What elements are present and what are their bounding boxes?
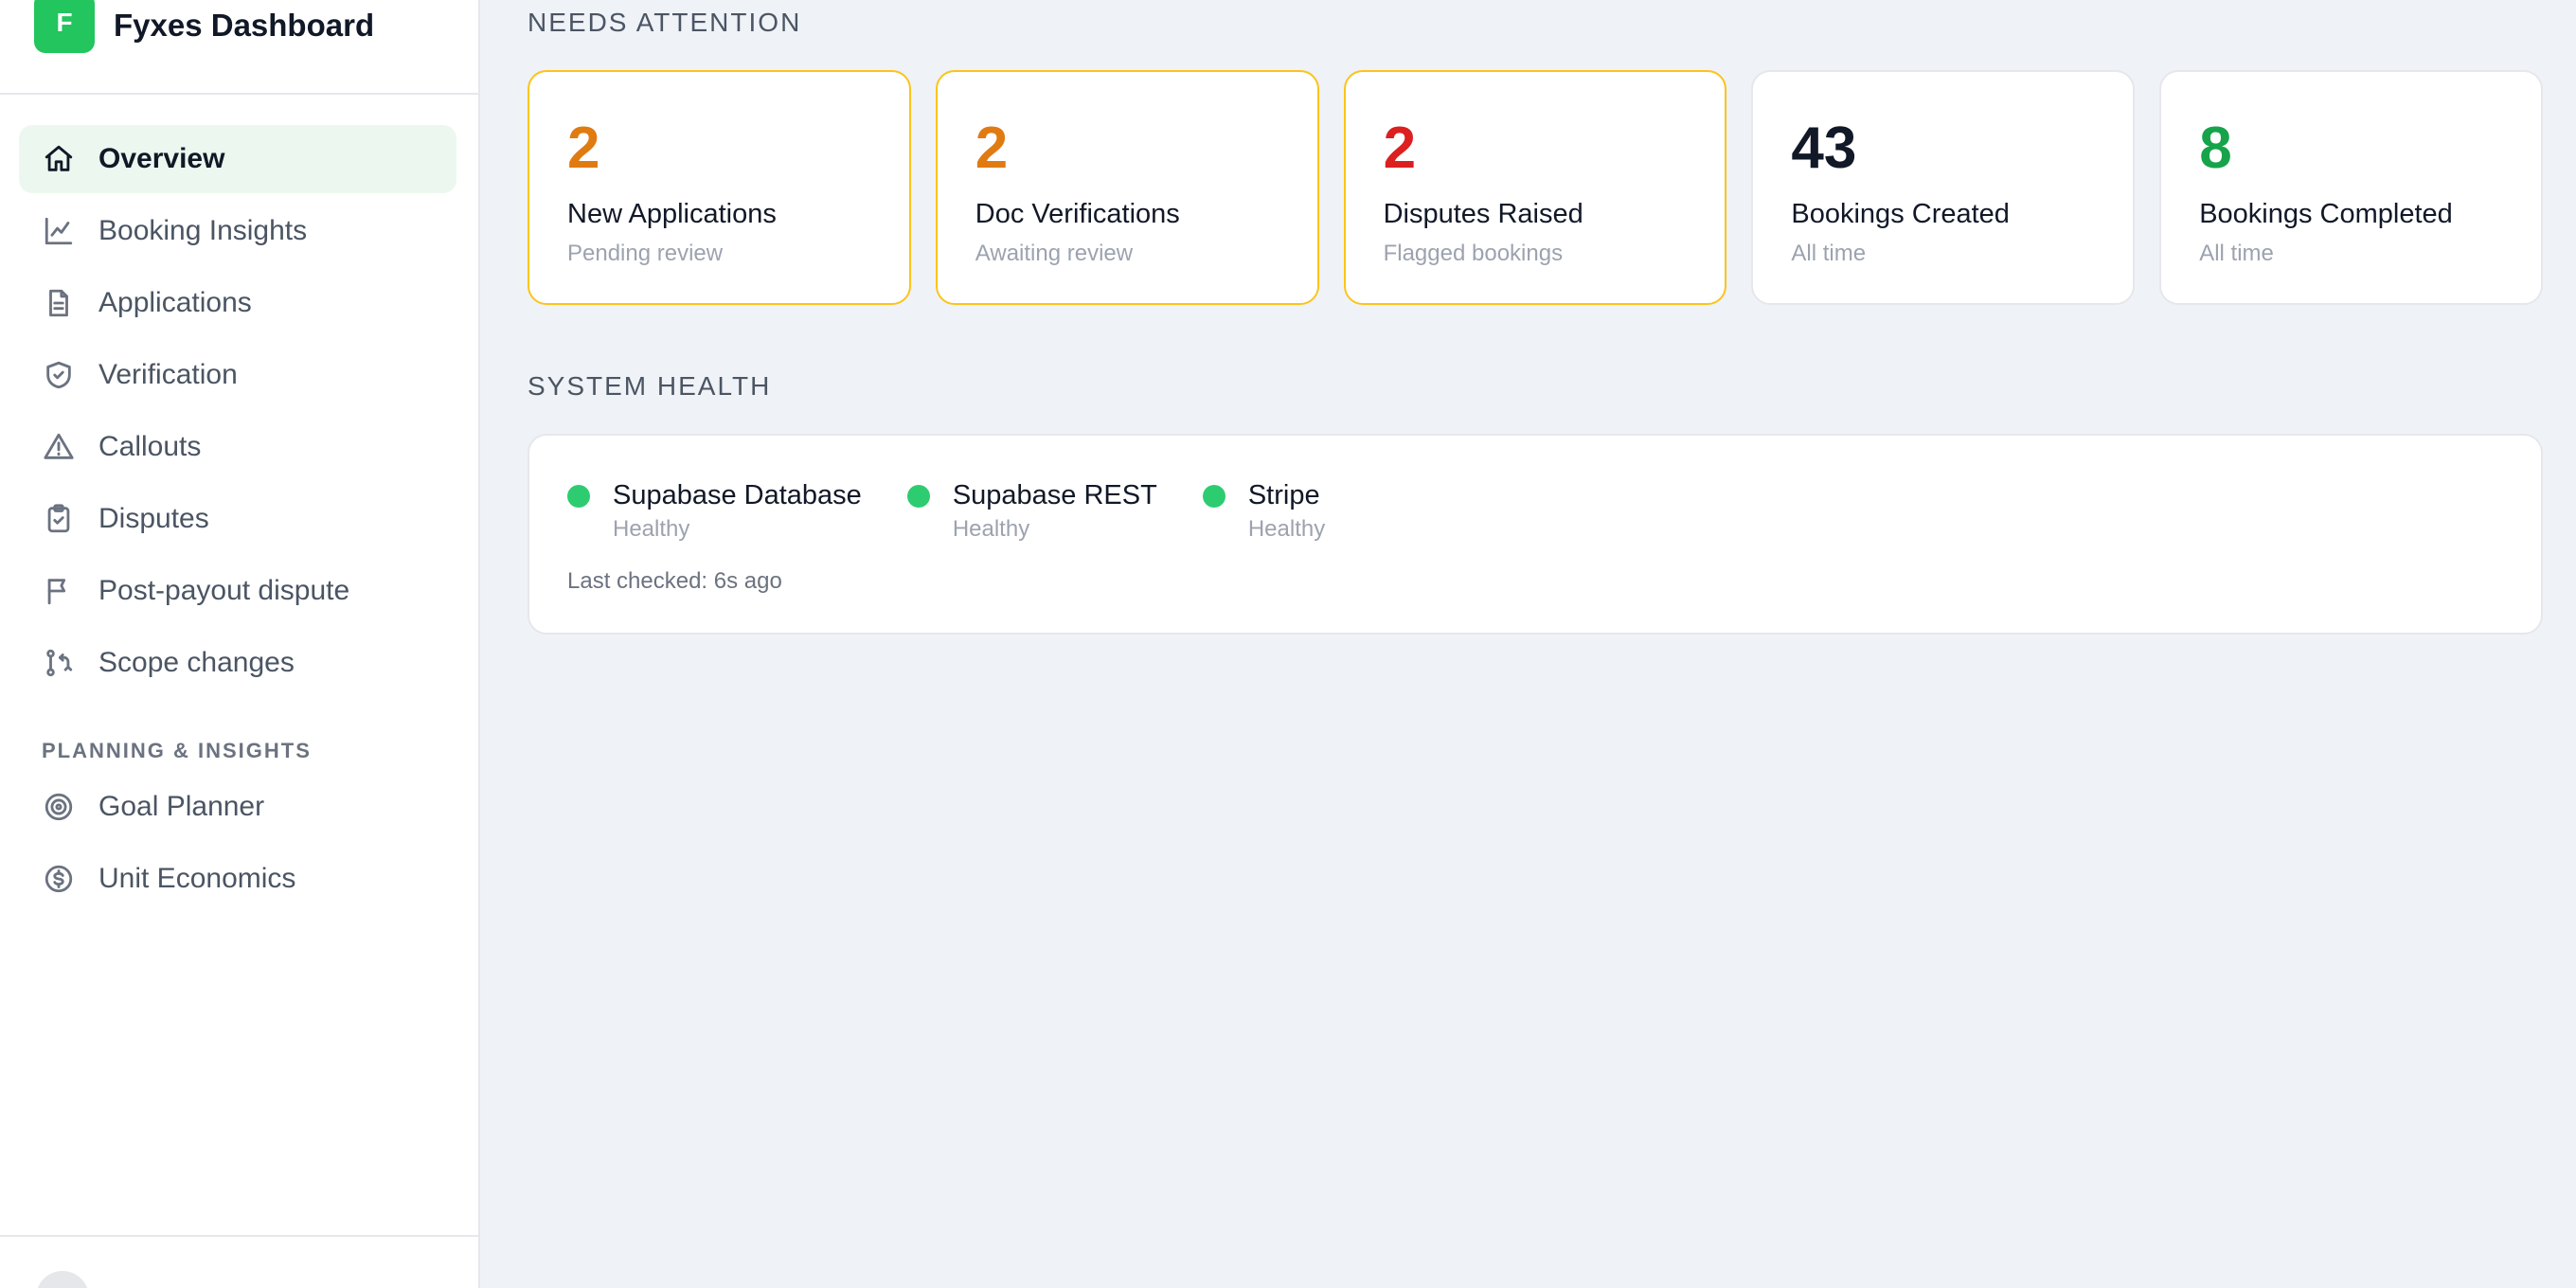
stat-card-new-applications[interactable]: 2 New Applications Pending review [528,70,911,305]
stat-value: 2 [975,116,1009,181]
sidebar-item-disputes[interactable]: Disputes [19,485,456,553]
brand-logo[interactable]: F [34,0,95,53]
service-list: Supabase Database Healthy Supabase REST … [567,477,1325,546]
sidebar-item-callouts[interactable]: Callouts [19,413,456,481]
sidebar-item-label: Disputes [98,503,209,534]
status-dot [906,485,930,508]
service-status: Healthy [952,516,1030,542]
stat-sublabel: All time [1791,241,1867,266]
service-supabase-rest: Supabase REST Healthy [906,477,1157,546]
sidebar-item-label: Post-payout dispute [98,575,350,606]
status-dot [1202,485,1225,508]
brand-header: F Fyxes Dashboard [0,0,478,95]
service-stripe: Stripe Healthy [1202,477,1326,546]
clipboard-check-icon [42,502,76,536]
sidebar-item-label: Callouts [98,431,202,462]
service-name: Stripe [1247,480,1320,510]
stat-sublabel: Flagged bookings [1383,241,1564,266]
service-name: Supabase REST [952,480,1157,510]
stat-sublabel: All time [2199,241,2274,266]
sidebar-item-label: Goal Planner [98,791,265,822]
sidebar-item-label: Overview [98,143,225,174]
sidebar: F Fyxes Dashboard Overview Booking Insig… [0,0,480,1288]
stat-card-doc-verifications[interactable]: 2 Doc Verifications Awaiting review [935,70,1319,305]
alert-triangle-icon [42,430,76,464]
dollar-circle-icon [42,862,76,896]
system-health-panel: Supabase Database Healthy Supabase REST … [528,434,2543,635]
service-status: Healthy [1247,516,1326,542]
sidebar-item-unit-economics[interactable]: Unit Economics [19,845,456,913]
target-icon [42,790,76,824]
stat-value: 8 [2199,116,2232,181]
service-supabase-database: Supabase Database Healthy [567,477,862,546]
file-text-icon [42,286,76,320]
sidebar-footer [0,1235,478,1288]
shield-check-icon [42,358,76,392]
stat-card-bookings-completed[interactable]: 8 Bookings Completed All time [2159,70,2543,305]
stat-label: New Applications [567,199,777,229]
sidebar-item-overview[interactable]: Overview [19,125,456,193]
sidebar-item-label: Scope changes [98,647,295,678]
stat-label: Bookings Created [1791,199,2010,229]
stat-sublabel: Awaiting review [975,241,1134,266]
last-checked-text: Last checked: 6s ago [567,568,782,594]
stat-value: 2 [1383,116,1417,181]
main-content: NEEDS ATTENTION 2 New Applications Pendi… [480,0,2576,1288]
needs-attention-title: NEEDS ATTENTION [528,8,802,37]
service-status: Healthy [613,516,690,542]
sidebar-item-booking-insights[interactable]: Booking Insights [19,197,456,265]
sidebar-item-post-payout-dispute[interactable]: Post-payout dispute [19,557,456,625]
sidebar-item-label: Unit Economics [98,863,296,894]
service-name: Supabase Database [613,480,862,510]
flag-icon [42,574,76,608]
sidebar-item-label: Booking Insights [98,215,308,246]
stat-label: Disputes Raised [1383,199,1583,229]
status-dot [567,485,590,508]
chart-line-icon [42,214,76,248]
system-health-title: SYSTEM HEALTH [528,371,772,401]
avatar[interactable] [36,1271,89,1288]
stat-sublabel: Pending review [567,241,724,266]
stat-card-disputes-raised[interactable]: 2 Disputes Raised Flagged bookings [1343,70,1727,305]
brand-title: Fyxes Dashboard [114,8,375,43]
sidebar-item-verification[interactable]: Verification [19,341,456,409]
sidebar-item-label: Verification [98,359,238,390]
sidebar-nav: Overview Booking Insights Applications V… [19,125,456,701]
sidebar-item-scope-changes[interactable]: Scope changes [19,629,456,697]
stat-label: Doc Verifications [975,199,1180,229]
nav-section-label: PLANNING & INSIGHTS [42,739,312,762]
sidebar-nav-planning: Goal Planner Unit Economics [19,773,456,917]
git-compare-icon [42,646,76,680]
stat-value: 2 [567,116,600,181]
sidebar-item-label: Applications [98,287,252,318]
sidebar-item-goal-planner[interactable]: Goal Planner [19,773,456,841]
attention-cards: 2 New Applications Pending review 2 Doc … [528,70,2543,305]
home-icon [42,142,76,176]
stat-card-bookings-created[interactable]: 43 Bookings Created All time [1751,70,2136,305]
stat-label: Bookings Completed [2199,199,2453,229]
sidebar-item-applications[interactable]: Applications [19,269,456,337]
stat-value: 43 [1791,116,1857,181]
